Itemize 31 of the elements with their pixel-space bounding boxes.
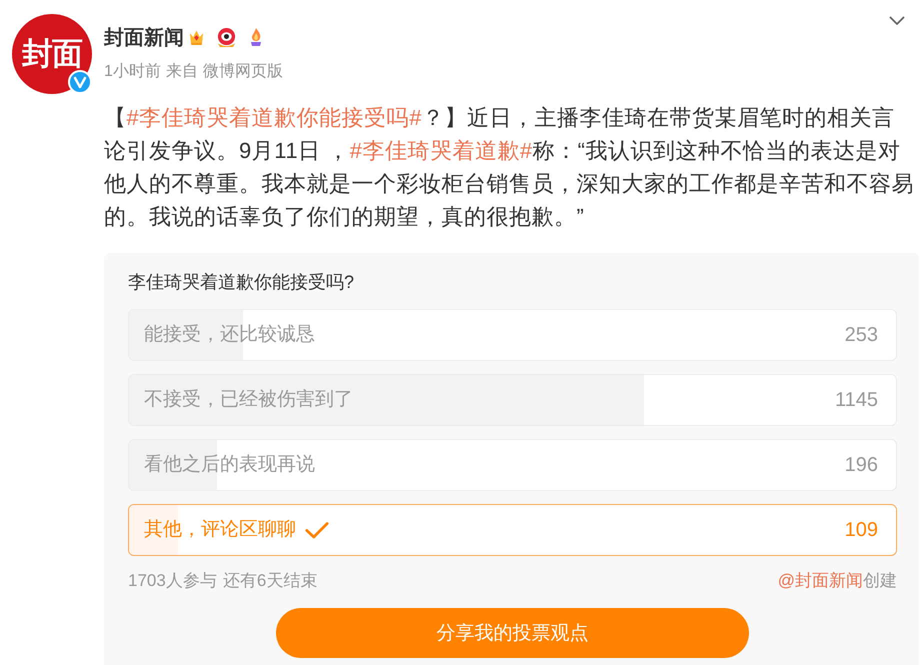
poll-question: 李佳琦哭着道歉你能接受吗? [128, 271, 356, 294]
vote-count: 109 [844, 518, 878, 543]
eye-mascot-icon[interactable] [215, 26, 238, 48]
option-label: 看他之后的表现再说 [144, 453, 315, 477]
vote-count: 1145 [834, 388, 878, 413]
poll-option[interactable]: 其他，评论区聊聊 109 [128, 504, 897, 556]
poll-option[interactable]: 看他之后的表现再说 196 [128, 439, 897, 491]
poll-option[interactable]: 能接受，还比较诚恳 253 [128, 309, 897, 361]
post-time[interactable]: 1小时前 [104, 61, 161, 83]
option-label: 不接受，已经被伤害到了 [144, 388, 353, 412]
poll-option[interactable]: 不接受，已经被伤害到了 1145 [128, 374, 897, 426]
participant-count: 1703人参与 [128, 570, 217, 592]
option-label: 能接受，还比较诚恳 [144, 323, 315, 347]
hashtag-link[interactable]: #李佳琦哭着道歉你能接受吗# [126, 105, 422, 130]
crown-icon[interactable] [189, 28, 204, 46]
author-name[interactable]: 封面新闻 [104, 24, 184, 50]
hashtag-link[interactable]: #李佳琦哭着道歉# [350, 138, 533, 163]
vote-count: 196 [844, 453, 878, 478]
created-label: 创建 [863, 570, 897, 592]
creator-link[interactable]: @封面新闻 [778, 569, 863, 593]
check-icon [305, 520, 329, 540]
source-prefix: 来自 [166, 62, 198, 82]
source-link[interactable]: 微博网页版 [202, 61, 283, 83]
flame-icon[interactable] [248, 27, 264, 47]
avatar-logo[interactable]: 封面 [12, 14, 92, 94]
time-remaining: 还有6天结束 [222, 570, 318, 592]
post-text: 【#李佳琦哭着道歉你能接受吗#？】近日，主播李佳琦在带货某眉笔时的相关言论引发争议。9月11日 ，#李佳琦哭着道歉#称：“我认识到这种不恰当的表达是对他人的不尊重。我本就是一个彩妆柜台销售员，深知大家的工作都是辛苦和不容易的。我说的话辜负了你们的期望，真的很抱歉。” [104, 104, 915, 231]
vote-count: 253 [844, 323, 878, 348]
option-label: 其他，评论区聊聊 [144, 518, 296, 542]
share-vote-button[interactable]: 分享我的投票观点 [276, 608, 749, 658]
chevron-down-icon[interactable] [889, 16, 905, 26]
